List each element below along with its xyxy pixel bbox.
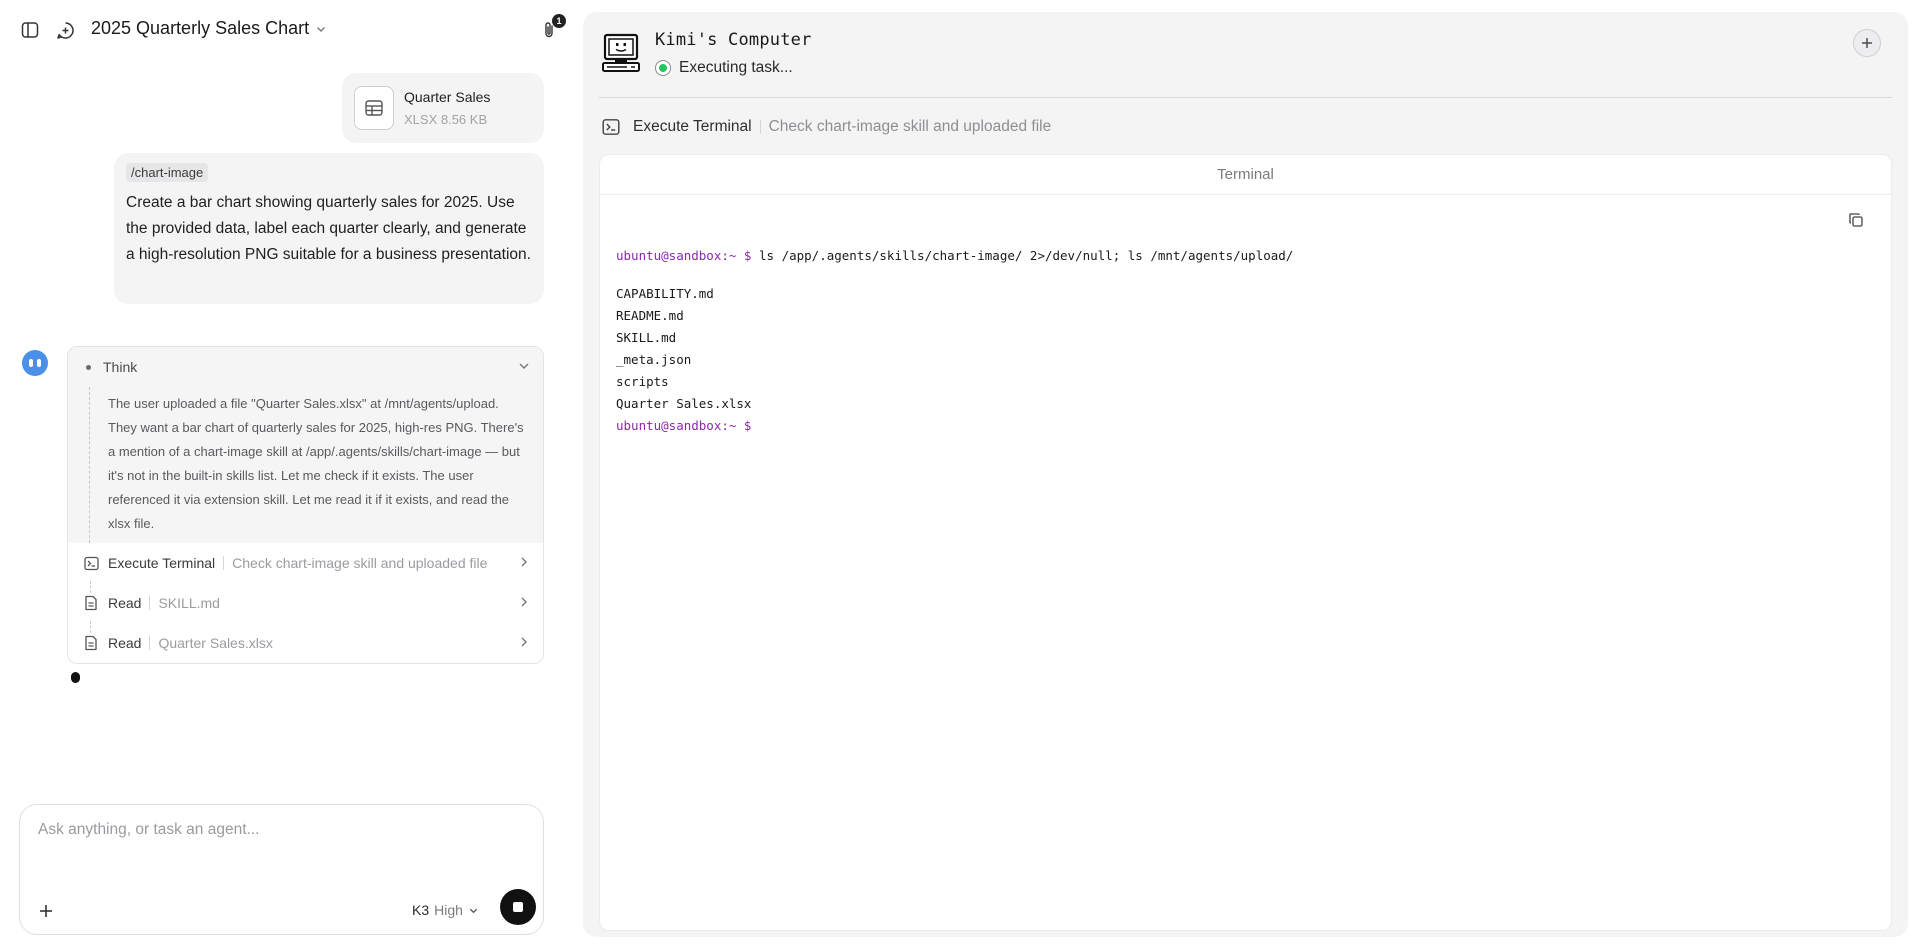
- terminal-window: Terminal ubuntu@sandbox:~ $ ls /app/.age…: [599, 154, 1892, 931]
- model-name: K3: [412, 902, 430, 918]
- chat-title-dropdown[interactable]: 2025 Quarterly Sales Chart: [91, 18, 327, 39]
- step-read-skill[interactable]: Read SKILL.md: [68, 583, 543, 623]
- chat-title: 2025 Quarterly Sales Chart: [91, 18, 310, 38]
- attachment-name: Quarter Sales: [404, 89, 491, 105]
- computer-status: Executing task...: [655, 59, 793, 77]
- add-button[interactable]: [34, 899, 58, 923]
- think-label: Think: [103, 359, 138, 375]
- output-line: scripts: [616, 374, 669, 389]
- app-root: 2025 Quarterly Sales Chart 1 Quarter Sal…: [0, 0, 1915, 947]
- chevron-down-icon: [317, 26, 326, 32]
- stop-icon: [513, 902, 523, 912]
- terminal-prompt: ubuntu@sandbox:~ $: [616, 248, 752, 263]
- computer-title: Kimi's Computer: [655, 30, 812, 50]
- step-label: Execute Terminal: [108, 555, 216, 571]
- assistant-avatar: [22, 350, 48, 376]
- think-section: Think The user uploaded a file "Quarter …: [68, 347, 543, 543]
- separator: [223, 556, 225, 570]
- chevron-right-icon: [517, 595, 531, 612]
- chevron-down-icon: [469, 908, 478, 913]
- output-line: SKILL.md: [616, 330, 677, 345]
- terminal-output: ubuntu@sandbox:~ $ ls /app/.agents/skill…: [616, 245, 1293, 437]
- output-line: _meta.json: [616, 352, 692, 367]
- chat-header: 2025 Quarterly Sales Chart 1: [0, 0, 566, 60]
- chat-input[interactable]: [38, 821, 518, 839]
- separator: [149, 636, 151, 650]
- model-level: High: [434, 902, 463, 918]
- separator: [149, 596, 151, 610]
- terminal-icon: [601, 117, 621, 137]
- status-text: Executing task...: [679, 59, 793, 76]
- current-step-label: Execute Terminal: [633, 118, 752, 135]
- document-icon: [82, 634, 100, 652]
- step-desc: Quarter Sales.xlsx: [158, 635, 273, 651]
- think-header[interactable]: Think: [86, 359, 137, 375]
- current-step-desc: Check chart-image skill and uploaded fil…: [768, 118, 1052, 135]
- attachment-count-badge: 1: [552, 14, 566, 28]
- panel-plus-button[interactable]: [1853, 29, 1881, 57]
- user-message: /chart-image Create a bar chart showing …: [114, 153, 544, 304]
- attachment-meta: XLSX 8.56 KB: [404, 112, 488, 127]
- separator: [759, 120, 761, 134]
- plus-icon: [40, 905, 52, 917]
- document-icon: [82, 594, 100, 612]
- step-label: Read: [108, 595, 142, 611]
- avatar-eye: [29, 359, 33, 367]
- terminal-prompt: ubuntu@sandbox:~ $: [616, 418, 752, 433]
- output-line: Quarter Sales.xlsx: [616, 396, 752, 411]
- panel-divider: [599, 97, 1892, 98]
- typing-indicator: [71, 672, 80, 683]
- attachment-card[interactable]: Quarter Sales XLSX 8.56 KB: [342, 73, 544, 143]
- output-line: CAPABILITY.md: [616, 286, 714, 301]
- spreadsheet-file-icon: [354, 86, 394, 130]
- think-text: The user uploaded a file "Quarter Sales.…: [108, 396, 524, 531]
- stop-button[interactable]: [500, 889, 536, 925]
- computer-panel: Kimi's Computer Executing task... Execut…: [583, 12, 1908, 937]
- composer: K3 High: [19, 804, 544, 935]
- model-selector[interactable]: K3 High: [412, 902, 479, 918]
- agent-steps-card: Think The user uploaded a file "Quarter …: [67, 346, 544, 664]
- computer-icon: [601, 32, 643, 74]
- chevron-right-icon: [517, 555, 531, 572]
- user-message-text: Create a bar chart showing quarterly sal…: [126, 194, 531, 263]
- step-desc: SKILL.md: [158, 595, 220, 611]
- sidebar-toggle-icon[interactable]: [19, 19, 41, 41]
- terminal-output-lines: CAPABILITY.md README.md SKILL.md _meta.j…: [616, 283, 1293, 415]
- skill-command-chip: /chart-image: [126, 163, 209, 182]
- copy-icon[interactable]: [1846, 210, 1866, 230]
- step-desc: Check chart-image skill and uploaded fil…: [232, 555, 488, 571]
- terminal-icon: [82, 554, 100, 572]
- terminal-prompt-line: ubuntu@sandbox:~ $: [616, 415, 1293, 437]
- terminal-command-line: ubuntu@sandbox:~ $ ls /app/.agents/skill…: [616, 245, 1293, 267]
- chat-pane: 2025 Quarterly Sales Chart 1 Quarter Sal…: [0, 0, 566, 947]
- current-step: Execute Terminal Check chart-image skill…: [601, 117, 1051, 137]
- timeline-line: [89, 387, 90, 543]
- bullet-dot-icon: [86, 364, 91, 370]
- step-read-xlsx[interactable]: Read Quarter Sales.xlsx: [68, 623, 543, 663]
- output-line: README.md: [616, 308, 684, 323]
- step-execute-terminal[interactable]: Execute Terminal Check chart-image skill…: [68, 543, 543, 583]
- terminal-title: Terminal: [600, 155, 1891, 195]
- plus-icon: [1862, 38, 1872, 48]
- new-chat-icon[interactable]: [54, 19, 76, 41]
- status-running-icon: [655, 60, 671, 76]
- chevron-right-icon: [517, 635, 531, 652]
- terminal-command: ls /app/.agents/skills/chart-image/ 2>/d…: [759, 248, 1294, 263]
- step-label: Read: [108, 635, 142, 651]
- chevron-up-icon[interactable]: [517, 359, 531, 378]
- avatar-eye: [37, 359, 41, 367]
